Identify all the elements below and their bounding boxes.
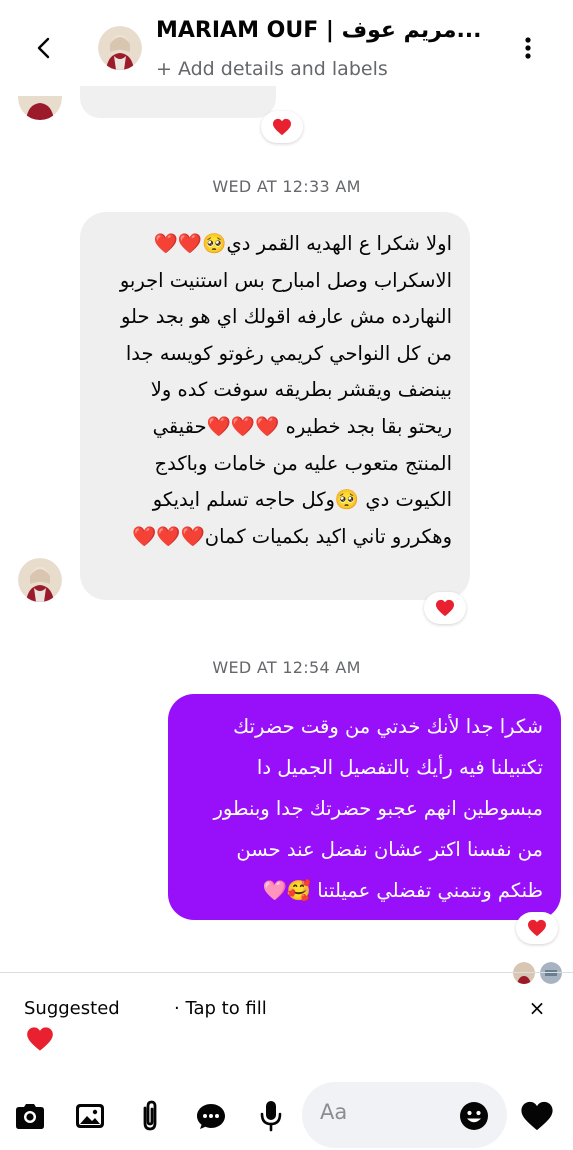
suggested-label: Suggested xyxy=(24,998,120,1019)
message-input-placeholder: Aa xyxy=(320,1100,348,1124)
message-line: تكتبيلنا فيه رأيك بالتفصيل الجميل دا xyxy=(256,756,543,779)
message-reaction[interactable] xyxy=(424,592,466,624)
message-line: من كل النواحي كريمي رغوتو كويسه جدا xyxy=(125,341,452,365)
emoji-icon[interactable] xyxy=(458,1100,490,1132)
message-reaction[interactable] xyxy=(261,111,303,143)
message-line: اولا شكرا ع الهديه القمر دي🥺❤️❤️ xyxy=(153,232,452,255)
add-details-link[interactable]: + Add details and labels xyxy=(156,58,388,80)
outgoing-message-bubble[interactable]: شكرا جدا لأنك خدتي من وقت حضرتك تكتبيلنا… xyxy=(168,694,561,920)
message-line: مبسوطين انهم عجبو حضرتك جدا وبنطور xyxy=(213,797,543,820)
message-timestamp: WED AT 12:33 AM xyxy=(212,177,361,196)
message-line: بينضف ويقشر بطريقه سوفت كده ولا xyxy=(150,378,452,402)
suggested-heart-icon[interactable] xyxy=(26,1026,54,1052)
back-arrow-icon[interactable] xyxy=(30,34,58,62)
message-line: ظنكم ونتمني تفضلي عميلتنا 🥰🩷 xyxy=(262,879,543,902)
contact-avatar[interactable] xyxy=(98,26,142,70)
heart-icon xyxy=(273,118,291,136)
message-line: من نفسنا اكتر عشان نفضل عند حسن xyxy=(236,838,543,861)
seen-avatar xyxy=(513,962,535,984)
sender-avatar[interactable] xyxy=(18,558,62,602)
message-line: وهكررو تاني اكيد بكميات كمان❤️❤️❤️ xyxy=(131,524,452,548)
message-line: ريحتو بقا بجد خطيره ❤️❤️❤️حقيقي xyxy=(152,414,452,438)
message-line: شكرا جدا لأنك خدتي من وقت حضرتك xyxy=(233,715,543,738)
heart-icon xyxy=(436,599,454,617)
camera-icon[interactable] xyxy=(12,1098,48,1134)
close-icon[interactable]: × xyxy=(526,996,548,1020)
previous-message-bubble[interactable] xyxy=(80,86,276,118)
more-vertical-icon[interactable] xyxy=(518,34,538,62)
message-timestamp: WED AT 12:54 AM xyxy=(212,658,361,677)
heart-icon xyxy=(528,919,546,937)
composer-divider xyxy=(0,972,573,973)
paperclip-icon[interactable] xyxy=(132,1098,168,1134)
chat-bubble-icon[interactable] xyxy=(193,1098,229,1134)
contact-name[interactable]: MARIAM OUF | مريم عوف... xyxy=(156,18,482,43)
incoming-message-bubble[interactable]: اولا شكرا ع الهديه القمر دي🥺❤️❤️ الاسكرا… xyxy=(80,212,470,600)
seen-avatar xyxy=(540,962,562,984)
tap-to-fill-label: · Tap to fill xyxy=(174,998,267,1019)
message-line: النهارده مش عارفه اقولك اي هو بجد حلو xyxy=(120,305,452,329)
message-line: الكيوت دي 🥺وكل حاجه تسلم ايديكو xyxy=(152,488,452,512)
message-line: الاسكراب وصل امبارح بس استنيت اجربو xyxy=(119,268,452,292)
conversation-header: MARIAM OUF | مريم عوف... + Add details a… xyxy=(0,0,573,95)
microphone-icon[interactable] xyxy=(253,1098,289,1134)
gallery-icon[interactable] xyxy=(72,1098,108,1134)
message-line: المنتج متعوب عليه من خامات وباكدج xyxy=(154,451,453,475)
like-heart-icon[interactable] xyxy=(520,1100,554,1132)
message-reaction[interactable] xyxy=(516,912,558,944)
